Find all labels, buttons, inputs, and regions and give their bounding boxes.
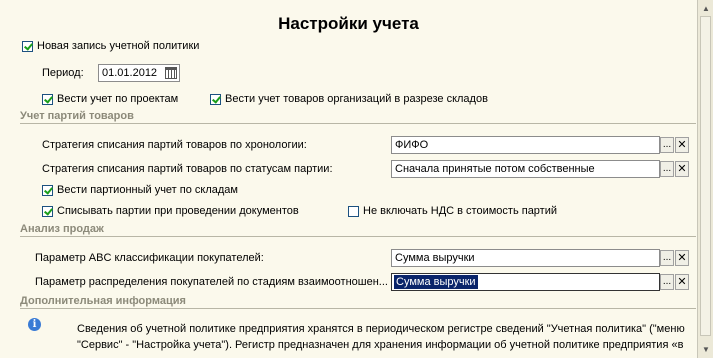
write-off-label: Списывать партии при проведении документ…	[57, 205, 299, 217]
batches-section-divider	[20, 123, 696, 124]
stages-clear-button[interactable]: ✕	[675, 274, 689, 290]
abc-value: Сумма выручки	[395, 252, 475, 264]
chronology-value: ФИФО	[395, 139, 429, 151]
by-projects-label: Вести учет по проектам	[57, 93, 179, 105]
by-projects-checkbox[interactable]	[42, 93, 53, 105]
exclude-vat-checkbox[interactable]	[348, 205, 359, 217]
exclude-vat-checkbox-row[interactable]: Не включать НДС в стоимость партий	[348, 205, 557, 217]
by-warehouses-checkbox-row[interactable]: Вести учет товаров организаций в разрезе…	[210, 93, 488, 105]
by-warehouses-checkbox[interactable]	[210, 93, 221, 105]
batches-section-title: Учет партий товаров	[20, 110, 134, 122]
new-policy-checkbox-row[interactable]: Новая запись учетной политики	[22, 40, 199, 52]
by-projects-checkbox-row[interactable]: Вести учет по проектам	[42, 93, 178, 105]
status-label: Стратегия списания партий товаров по ста…	[42, 163, 333, 175]
page-title: Настройки учета	[278, 14, 419, 33]
period-date-input[interactable]: 01.01.2012	[98, 64, 180, 82]
batch-by-warehouse-checkbox-row[interactable]: Вести партионный учет по складам	[42, 184, 238, 196]
stages-value: Сумма выручки	[394, 275, 478, 289]
batch-by-warehouse-label: Вести партионный учет по складам	[57, 184, 238, 196]
scroll-up-icon[interactable]: ▲	[699, 1, 713, 15]
status-value: Сначала принятые потом собственные	[395, 163, 595, 175]
settings-window: Настройки учета Новая запись учетной пол…	[0, 0, 713, 358]
stages-select-button[interactable]: ...	[660, 274, 674, 290]
status-select-button[interactable]: ...	[660, 161, 674, 177]
scroll-thumb[interactable]	[700, 16, 711, 336]
stages-label: Параметр распределения покупателей по ст…	[35, 276, 388, 288]
chronology-select-button[interactable]: ...	[660, 137, 674, 153]
status-input[interactable]: Сначала принятые потом собственные	[391, 160, 660, 178]
status-clear-button[interactable]: ✕	[675, 161, 689, 177]
sales-section-title: Анализ продаж	[20, 223, 104, 235]
batches-section-header: Учет партий товаров	[20, 110, 696, 124]
sales-section-divider	[20, 236, 696, 237]
chronology-clear-button[interactable]: ✕	[675, 137, 689, 153]
write-off-checkbox-row[interactable]: Списывать партии при проведении документ…	[42, 205, 299, 217]
abc-label: Параметр ABC классификации покупателей:	[35, 252, 264, 264]
write-off-checkbox[interactable]	[42, 205, 53, 217]
by-warehouses-label: Вести учет товаров организаций в разрезе…	[225, 93, 488, 105]
new-policy-label: Новая запись учетной политики	[37, 40, 200, 52]
extra-section-header: Дополнительная информация	[20, 295, 696, 309]
exclude-vat-label: Не включать НДС в стоимость партий	[363, 205, 558, 217]
period-value: 01.01.2012	[102, 67, 158, 79]
abc-clear-button[interactable]: ✕	[675, 250, 689, 266]
chronology-label: Стратегия списания партий товаров по хро…	[42, 139, 307, 151]
scroll-down-icon[interactable]: ▼	[699, 342, 713, 356]
chronology-input[interactable]: ФИФО	[391, 136, 660, 154]
stages-input[interactable]: Сумма выручки	[391, 273, 660, 291]
batch-by-warehouse-checkbox[interactable]	[42, 184, 53, 196]
new-policy-checkbox[interactable]	[22, 40, 33, 52]
settings-form: Настройки учета Новая запись учетной пол…	[0, 0, 697, 358]
extra-info-text: Сведения об учетной политике предприятия…	[77, 323, 685, 351]
calendar-icon[interactable]	[165, 67, 177, 79]
vertical-scrollbar[interactable]: ▲ ▼	[697, 0, 713, 358]
info-icon: i	[28, 318, 41, 331]
extra-section-title: Дополнительная информация	[20, 295, 186, 307]
abc-select-button[interactable]: ...	[660, 250, 674, 266]
abc-input[interactable]: Сумма выручки	[391, 249, 660, 267]
sales-section-header: Анализ продаж	[20, 223, 696, 237]
period-label: Период:	[42, 67, 84, 79]
extra-section-divider	[20, 308, 696, 309]
